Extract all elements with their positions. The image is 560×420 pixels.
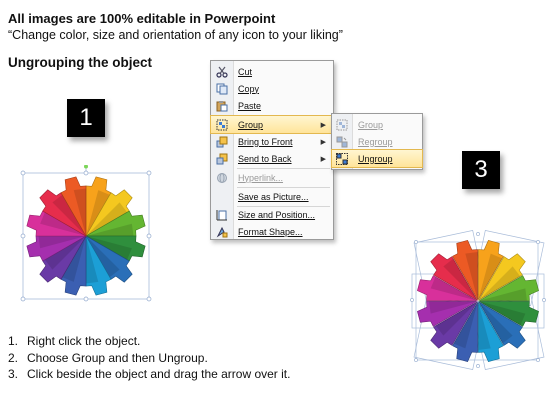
step-item: 2. Choose Group and then Ungroup. bbox=[8, 350, 208, 365]
send-to-back-icon bbox=[211, 150, 233, 167]
menu-item-label: Send to Back bbox=[238, 153, 292, 164]
menu-item-label: Size and Position... bbox=[238, 209, 316, 220]
instruction-steps: 1. Right click the object. 2. Choose Group… bbox=[8, 333, 290, 383]
ungroup-icon bbox=[332, 150, 352, 167]
menu-item-label: Format Shape... bbox=[238, 226, 303, 237]
menu-item-label: Group bbox=[238, 119, 264, 130]
menu-item-copy[interactable]: Copy bbox=[211, 80, 333, 97]
bring-to-front-icon bbox=[211, 133, 233, 150]
rotation-handle[interactable] bbox=[84, 165, 88, 169]
gear-wheel bbox=[26, 176, 146, 296]
submenu-arrow-icon: ▶ bbox=[320, 121, 326, 129]
paste-icon bbox=[211, 97, 233, 114]
menu-item-label: Cut bbox=[238, 66, 253, 77]
gear-object-ungrouped[interactable] bbox=[408, 230, 548, 370]
menu-item-hyperlink[interactable]: Hyperlink... bbox=[211, 169, 333, 186]
size-position-icon bbox=[211, 206, 233, 223]
header-subtitle: “Change color, size and orientation of a… bbox=[8, 28, 343, 42]
menu-item-label: Bring to Front bbox=[238, 136, 293, 147]
globe-icon bbox=[211, 169, 233, 186]
menu-item-format-shape[interactable]: Format Shape... bbox=[211, 223, 333, 240]
menu-item-label: Copy bbox=[238, 83, 260, 94]
format-shape-icon bbox=[211, 223, 233, 240]
menu-item-label: Save as Picture... bbox=[238, 191, 309, 202]
step-badge-3: 3 bbox=[462, 151, 500, 189]
menu-item-bring-to-front[interactable]: Bring to Front ▶ bbox=[211, 133, 333, 150]
copy-icon bbox=[211, 80, 233, 97]
menu-item-group[interactable]: Group ▶ bbox=[210, 115, 334, 134]
menu-item-save-as-picture[interactable]: Save as Picture... bbox=[211, 188, 333, 205]
submenu-item-ungroup[interactable]: Ungroup bbox=[331, 149, 423, 168]
section-title: Ungrouping the object bbox=[8, 55, 152, 70]
menu-item-label: Paste bbox=[238, 100, 262, 111]
menu-item-cut[interactable]: Cut bbox=[211, 63, 333, 80]
menu-item-label: Hyperlink... bbox=[238, 172, 284, 183]
submenu-item-regroup[interactable]: Regroup bbox=[332, 133, 422, 150]
group-submenu: Group Regroup Ungroup bbox=[331, 113, 423, 170]
submenu-arrow-icon: ▶ bbox=[320, 138, 326, 146]
header-title: All images are 100% editable in Powerpoi… bbox=[8, 11, 276, 26]
submenu-item-label: Regroup bbox=[358, 136, 393, 147]
regroup-icon bbox=[332, 133, 352, 150]
group-icon bbox=[332, 116, 352, 133]
submenu-item-label: Ungroup bbox=[358, 153, 393, 164]
scissors-icon bbox=[211, 63, 233, 80]
step-item: 1. Right click the object. bbox=[8, 334, 141, 348]
submenu-item-group[interactable]: Group bbox=[332, 116, 422, 133]
submenu-item-label: Group bbox=[358, 119, 384, 130]
context-menu: Cut Copy Paste Group ▶ Bring to Front ▶ … bbox=[210, 60, 334, 240]
group-icon bbox=[211, 116, 233, 133]
step-badge-1: 1 bbox=[67, 99, 105, 137]
menu-item-size-and-position[interactable]: Size and Position... bbox=[211, 206, 333, 223]
header: All images are 100% editable in Powerpoi… bbox=[8, 10, 548, 44]
submenu-arrow-icon: ▶ bbox=[320, 155, 326, 163]
gear-object-grouped[interactable] bbox=[20, 165, 155, 305]
step-item: 3. Click beside the object and drag the a… bbox=[8, 367, 291, 381]
menu-item-send-to-back[interactable]: Send to Back ▶ bbox=[211, 150, 333, 167]
menu-item-paste[interactable]: Paste bbox=[211, 97, 333, 114]
